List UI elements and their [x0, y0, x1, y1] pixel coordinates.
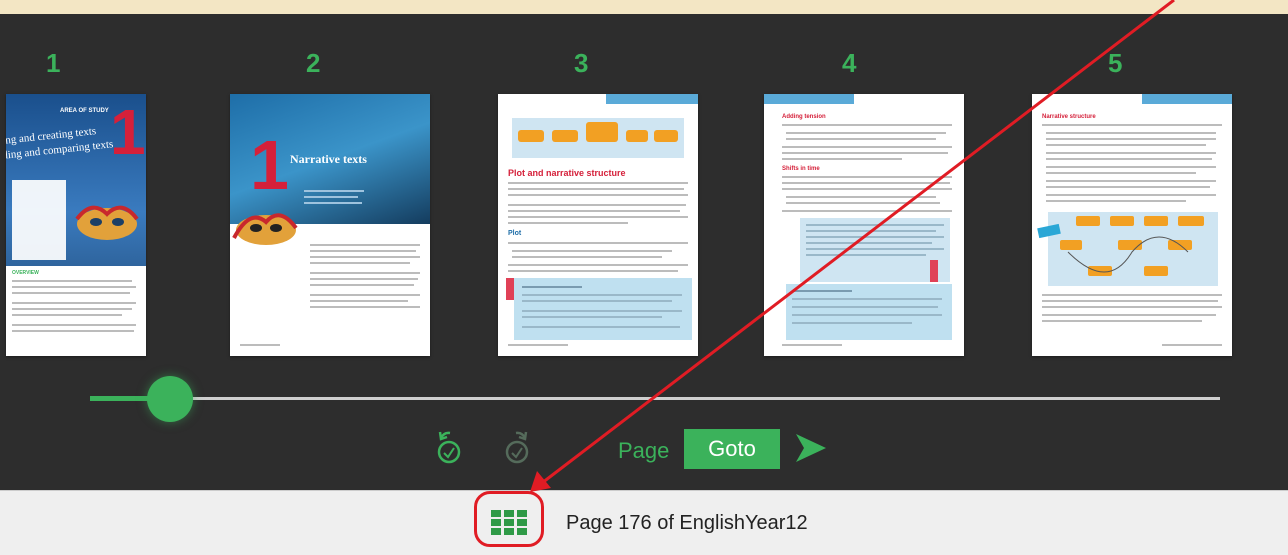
rotate-back-icon[interactable]: [432, 428, 466, 468]
mask-illustration: [72, 194, 142, 254]
overview-box: OVERVIEW: [6, 266, 146, 356]
page-header-band: [764, 94, 854, 104]
section-list-box: [12, 180, 66, 260]
chapter-number: 1: [110, 96, 146, 168]
page-slider-knob[interactable]: [147, 376, 193, 422]
section-heading: Narrative structure: [1042, 114, 1096, 120]
page-thumbnail-3[interactable]: Plot and narrative structure Plot: [498, 94, 698, 356]
page-browser-panel: 1 2 3 4 5 AREA OF STUDY 1 ing and creati…: [0, 14, 1288, 490]
quote-box: [800, 218, 950, 282]
annotation-circle: [474, 491, 544, 547]
chapter-number: 1: [250, 126, 289, 204]
page-thumbnail-1[interactable]: AREA OF STUDY 1 ing and creating texts d…: [6, 94, 146, 356]
status-text: Page 176 of EnglishYear12: [566, 512, 808, 534]
sub-heading: Shifts in time: [782, 166, 820, 172]
section-heading: Adding tension: [782, 114, 826, 120]
mask-illustration: [230, 198, 300, 258]
page-thumbnail-4[interactable]: Adding tension Shifts in time: [764, 94, 964, 356]
activity-box: [786, 284, 952, 340]
section-heading: Plot and narrative structure: [508, 168, 626, 178]
page-label: Page: [618, 438, 670, 463]
rotate-forward-icon[interactable]: [500, 428, 534, 468]
thumb-number-4: 4: [842, 48, 857, 78]
structure-diagram: [1048, 212, 1218, 286]
thumb-number-2: 2: [306, 48, 321, 78]
page-thumbnail-2[interactable]: 1 Narrative texts: [230, 94, 430, 356]
app-frame: 1 2 3 4 5 AREA OF STUDY 1 ing and creati…: [0, 0, 1288, 555]
overview-heading: OVERVIEW: [12, 270, 39, 276]
thumb-number-5: 5: [1108, 48, 1123, 78]
page-slider-track[interactable]: [90, 397, 1220, 400]
activity-box: [514, 278, 692, 340]
thumb-number-3: 3: [574, 48, 589, 78]
page-header-band: [1142, 94, 1232, 104]
page-thumbnail-5[interactable]: Narrative structure: [1032, 94, 1232, 356]
goto-button[interactable]: Goto: [684, 429, 780, 469]
chapter-title: Narrative texts: [290, 152, 367, 166]
page-header-band: [606, 94, 698, 104]
sub-heading: Plot: [508, 230, 522, 237]
diagram-box: [512, 118, 684, 158]
thumb-number-1: 1: [46, 48, 61, 78]
area-of-study-label: AREA OF STUDY: [60, 108, 109, 114]
play-arrow-icon[interactable]: [792, 430, 828, 466]
